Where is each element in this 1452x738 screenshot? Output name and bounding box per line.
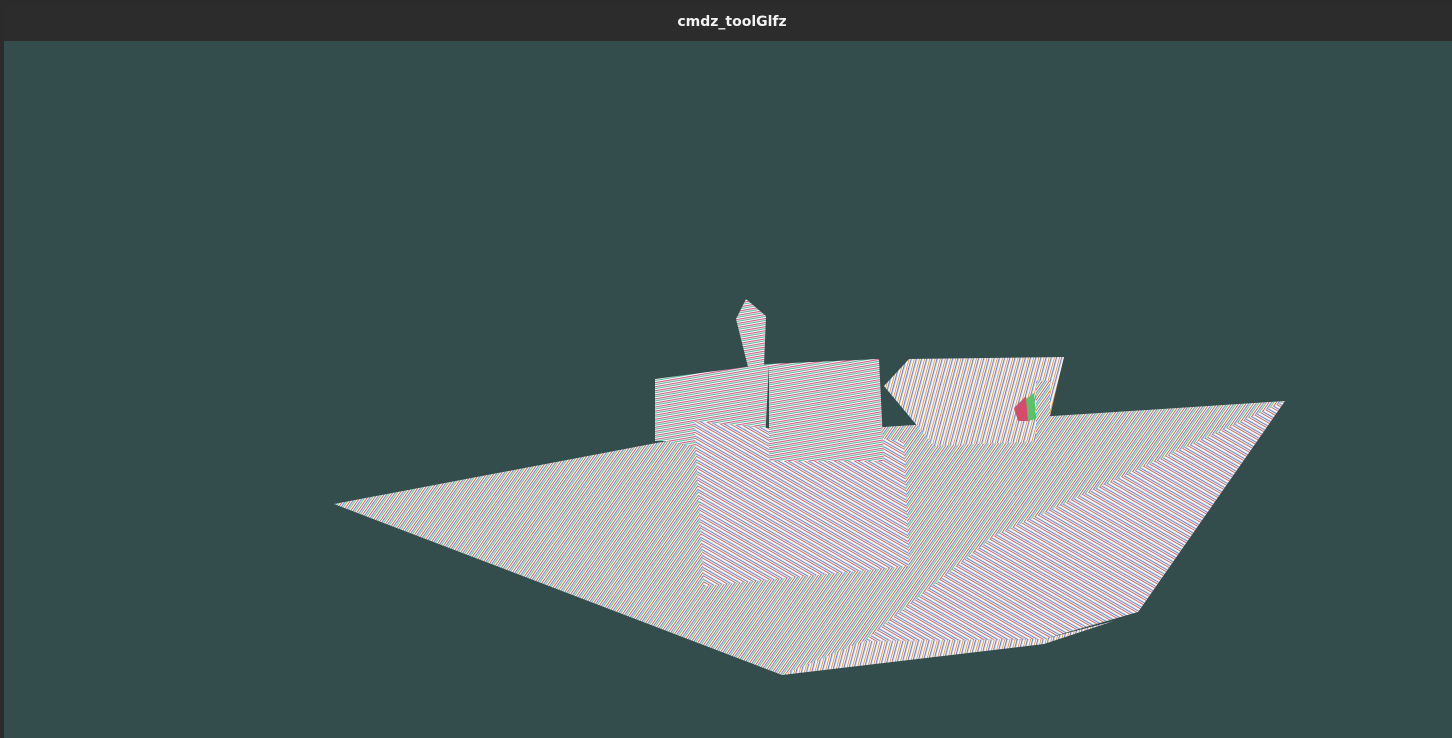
window-title: cmdz_toolGlfz (677, 14, 787, 30)
title-bar[interactable]: cmdz_toolGlfz (4, 5, 1452, 41)
boat-model (334, 299, 1285, 675)
gl-viewport[interactable] (4, 41, 1452, 738)
rear-post (1036, 381, 1050, 453)
cabin-roof (769, 359, 884, 461)
app-window: cmdz_toolGlfz (0, 0, 1452, 738)
mast (736, 299, 766, 371)
